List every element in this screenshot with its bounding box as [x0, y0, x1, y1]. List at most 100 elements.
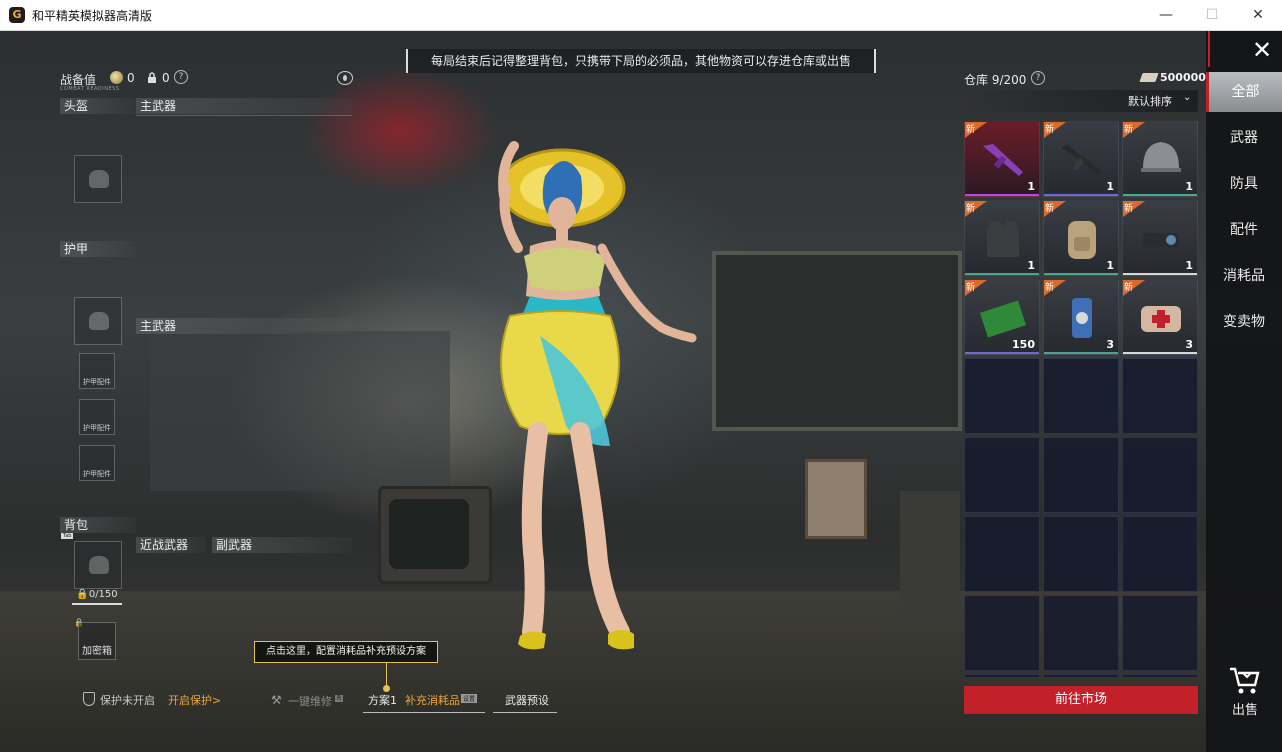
empty-slot[interactable] — [1122, 516, 1198, 592]
warehouse-item[interactable]: 新 150 — [964, 279, 1040, 355]
category-tab[interactable]: 防具 — [1206, 164, 1282, 204]
armor-slot[interactable] — [74, 297, 122, 345]
warehouse-item[interactable]: 新1 — [1122, 200, 1198, 276]
wrench-icon: ⚒ — [271, 693, 282, 707]
empty-slot[interactable] — [964, 674, 1040, 677]
minimize-button[interactable]: — — [1143, 0, 1189, 31]
item-count: 3 — [1185, 338, 1193, 351]
warehouse-grid: 新 1 新 1 新 1 新 1 新 1 新 1 新 150 新 3 新 3 — [964, 121, 1198, 677]
warehouse-item[interactable]: 新3 — [1043, 279, 1119, 355]
backpack-lock-icon: 🔒 — [76, 589, 89, 600]
empty-slot[interactable] — [1043, 595, 1119, 671]
app-icon: G — [9, 7, 25, 23]
new-tag-label: 新 — [966, 204, 976, 214]
cart-icon[interactable] — [1228, 665, 1260, 695]
new-tag-label: 新 — [966, 283, 976, 293]
restock-settings-badge[interactable]: 设置 — [461, 694, 478, 703]
new-tag-label: 新 — [1045, 283, 1055, 293]
warehouse-item[interactable]: 新1 — [1122, 121, 1198, 197]
new-tag-label: 新 — [1045, 204, 1055, 214]
backpack-slot[interactable] — [74, 541, 122, 589]
close-icon[interactable]: ✕ — [1252, 38, 1272, 62]
category-tab[interactable]: 配件 — [1206, 210, 1282, 250]
go-to-market-button[interactable]: 前往市场 — [964, 686, 1198, 714]
rarity-bar — [1044, 273, 1118, 275]
chevron-down-icon[interactable]: ⌄ — [1183, 92, 1191, 103]
armor-attachment-slot-1[interactable]: 护甲配件 — [79, 353, 115, 389]
background-crates — [900, 491, 960, 631]
sell-button[interactable]: 出售 — [1232, 699, 1258, 718]
category-tab[interactable]: 消耗品 — [1206, 256, 1282, 296]
lock-icon — [148, 72, 156, 83]
empty-slot[interactable] — [1043, 358, 1119, 434]
category-tab[interactable]: 变卖物 — [1206, 302, 1282, 342]
plan-label[interactable]: 方案1 — [368, 692, 397, 708]
secure-container-slot[interactable]: 加密箱 — [78, 622, 116, 660]
empty-slot[interactable] — [964, 595, 1040, 671]
tab-key-badge: Tab — [61, 533, 74, 539]
item-count: 1 — [1106, 180, 1114, 193]
maximize-button[interactable]: ☐ — [1189, 0, 1235, 31]
rarity-bar — [1123, 352, 1197, 354]
helmet-section-title: 头盔 — [60, 98, 136, 114]
empty-slot[interactable] — [1122, 595, 1198, 671]
window-titlebar: G 和平精英模拟器高清版 — ☐ ✕ — [0, 0, 1282, 31]
restock-hint-callout: 点击这里，配置消耗品补充预设方案 — [254, 641, 438, 663]
first-aid-icon — [1137, 294, 1185, 342]
tip-banner: 每局结束后记得整理背包，只携带下局的必须品，其他物资可以存进仓库或出售 — [406, 49, 876, 73]
warehouse-title: 仓库 9/200 — [964, 73, 1027, 87]
category-tab[interactable]: 全部 — [1206, 72, 1282, 112]
sort-dropdown[interactable]: 默认排序 — [1128, 93, 1172, 109]
character-model[interactable] — [440, 136, 720, 656]
item-count: 1 — [1185, 259, 1193, 272]
background-chalkboard — [712, 251, 962, 431]
warehouse-item[interactable]: 新1 — [1043, 200, 1119, 276]
empty-slot[interactable] — [1122, 674, 1198, 677]
warehouse-item[interactable]: 新1 — [964, 200, 1040, 276]
backpack-capacity: 🔒0/150 — [72, 589, 122, 605]
window-title: 和平精英模拟器高清版 — [32, 9, 153, 23]
background-picture-frame — [805, 459, 867, 539]
warehouse-item[interactable]: 新1 — [964, 121, 1040, 197]
empty-slot[interactable] — [964, 437, 1040, 513]
callout-stem — [386, 663, 387, 687]
restock-consumables-button[interactable]: 补充消耗品 — [405, 692, 460, 708]
help-icon[interactable]: ? — [174, 70, 188, 84]
divider — [136, 115, 352, 116]
armor-attachment-slot-2[interactable]: 护甲配件 — [79, 399, 115, 435]
empty-slot[interactable] — [1043, 674, 1119, 677]
empty-slot[interactable] — [1122, 358, 1198, 434]
empty-slot[interactable] — [1122, 437, 1198, 513]
new-tag-label: 新 — [1124, 204, 1134, 214]
window-close-button[interactable]: ✕ — [1235, 0, 1281, 31]
rarity-bar — [1044, 194, 1118, 196]
item-count: 1 — [1027, 180, 1035, 193]
new-tag-label: 新 — [1045, 125, 1055, 135]
coin-value: 0 — [127, 71, 135, 85]
warehouse-item[interactable]: 新1 — [1043, 121, 1119, 197]
eye-icon[interactable] — [337, 71, 353, 85]
protection-status: 保护未开启 — [100, 694, 155, 707]
new-tag-label: 新 — [966, 125, 976, 135]
armor-attachment-slot-3[interactable]: 护甲配件 — [79, 445, 115, 481]
close-accent — [1208, 31, 1210, 67]
item-count: 1 — [1185, 180, 1193, 193]
ammo-box-icon — [979, 294, 1027, 342]
backpack-section-title: 背包 — [60, 517, 136, 533]
empty-slot[interactable] — [1043, 516, 1119, 592]
vest-icon — [979, 215, 1027, 263]
empty-slot[interactable] — [964, 516, 1040, 592]
warehouse-item[interactable]: 新3 — [1122, 279, 1198, 355]
weapon-preset-button[interactable]: 武器预设 — [505, 692, 549, 708]
rarity-bar — [965, 194, 1039, 196]
warehouse-help-icon[interactable]: ? — [1031, 71, 1045, 85]
empty-slot[interactable] — [964, 358, 1040, 434]
repair-all-button[interactable]: 一键维修 — [288, 693, 332, 709]
enable-protection-link[interactable]: 开启保护> — [168, 692, 221, 708]
helmet-slot[interactable] — [74, 155, 122, 203]
secondary-weapon-title: 副武器 — [212, 537, 352, 553]
backpack-icon — [1058, 215, 1106, 263]
empty-slot[interactable] — [1043, 437, 1119, 513]
category-tab[interactable]: 武器 — [1206, 118, 1282, 158]
armor-slot-icon — [89, 312, 109, 330]
